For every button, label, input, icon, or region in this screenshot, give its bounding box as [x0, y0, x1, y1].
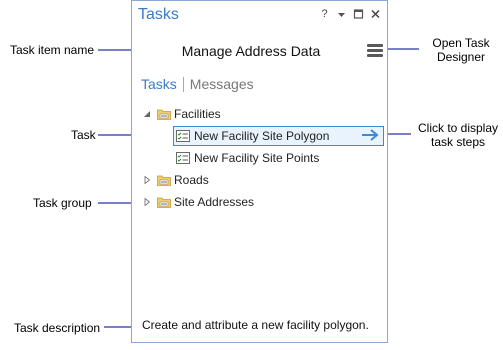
callout-task-group: Task group	[33, 196, 92, 210]
task-item[interactable]: New Facility Site Points	[176, 149, 319, 167]
question-icon[interactable]: ?	[319, 8, 330, 20]
task-list-icon	[176, 152, 190, 164]
callout-line: task steps	[430, 135, 486, 149]
right-arrow-icon[interactable]	[361, 128, 379, 142]
task-group-facilities[interactable]: Facilities	[143, 105, 221, 123]
collapse-triangle-icon[interactable]	[143, 110, 151, 118]
task-group-roads[interactable]: Roads	[143, 171, 209, 189]
callout-open-task-designer: Open Task Designer	[428, 36, 494, 64]
dropdown-icon[interactable]	[336, 8, 347, 20]
pane-tabs: Tasks Messages	[141, 76, 254, 92]
task-item-selected[interactable]: New Facility Site Polygon	[173, 126, 384, 146]
task-description: Create and attribute a new facility poly…	[142, 318, 369, 332]
callout-task: Task	[71, 128, 96, 142]
tab-messages[interactable]: Messages	[190, 76, 254, 92]
callout-line: Designer	[436, 50, 486, 64]
callout-task-description: Task description	[14, 321, 101, 335]
pane-title: Tasks	[138, 6, 179, 23]
callout-task-item-name: Task item name	[10, 43, 95, 57]
task-item-name: Manage Address Data	[181, 43, 321, 59]
task-item-header: Manage Address Data	[132, 39, 387, 65]
expand-triangle-icon[interactable]	[143, 175, 151, 185]
expand-triangle-icon[interactable]	[143, 197, 151, 207]
callout-click-to-display: Click to display task steps	[413, 121, 503, 149]
tab-divider	[182, 76, 184, 92]
task-group-label: Roads	[174, 173, 209, 187]
task-group-label: Site Addresses	[174, 195, 255, 209]
title-controls: ?	[319, 8, 381, 20]
callout-line: Click to display	[417, 121, 499, 135]
task-label: New Facility Site Polygon	[194, 129, 330, 143]
tab-tasks[interactable]: Tasks	[141, 76, 177, 92]
close-icon[interactable]	[370, 8, 381, 20]
folder-icon	[157, 109, 171, 120]
maximize-icon[interactable]	[353, 8, 364, 20]
hamburger-menu-icon[interactable]	[367, 44, 383, 58]
pane-title-bar: Tasks ?	[132, 1, 387, 31]
task-group-site-addresses[interactable]: Site Addresses	[143, 193, 254, 211]
folder-icon	[157, 175, 171, 186]
folder-icon	[157, 197, 171, 208]
callout-line: Open Task	[432, 36, 490, 50]
tasks-pane: Tasks ? Manage Address Data Tasks Messag…	[131, 0, 388, 343]
task-group-label: Facilities	[174, 107, 221, 121]
task-list-icon	[176, 130, 190, 142]
task-label: New Facility Site Points	[194, 151, 320, 165]
